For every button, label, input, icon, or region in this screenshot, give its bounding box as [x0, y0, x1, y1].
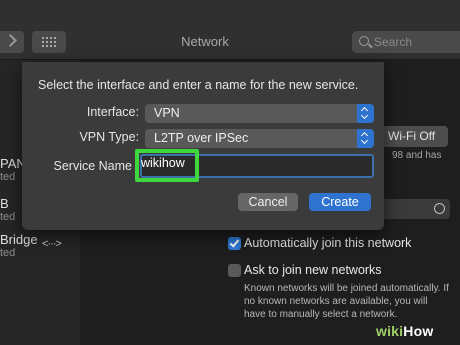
service-status: ted	[0, 247, 16, 259]
service-item[interactable]: Bridge ted	[0, 232, 38, 259]
chevron-right-icon	[4, 34, 17, 47]
grid-icon	[42, 37, 56, 47]
service-status: ted	[0, 211, 16, 223]
vpn-type-label: VPN Type:	[79, 130, 139, 144]
search-placeholder: Search	[374, 35, 413, 49]
interface-label: Interface:	[86, 105, 139, 119]
service-item[interactable]: B ted	[0, 196, 15, 223]
search-field[interactable]: Search	[352, 31, 460, 53]
chevron-updown-icon	[434, 203, 445, 214]
watermark-prefix: wiki	[376, 323, 404, 339]
watermark-suffix: How	[403, 323, 434, 339]
search-icon	[359, 36, 369, 46]
forward-button[interactable]	[0, 31, 24, 53]
bridge-dots-icon: <···>	[42, 238, 62, 250]
sheet-message: Select the interface and enter a name fo…	[38, 78, 359, 92]
ask-join-note: Known networks will be joined automatica…	[244, 283, 449, 320]
create-button[interactable]: Create	[309, 193, 371, 211]
service-name-label: Service Name	[53, 159, 133, 173]
wikihow-watermark: wikiHow	[376, 323, 433, 339]
chevron-updown-icon	[357, 129, 374, 148]
window-toolbar: Network Search	[0, 0, 460, 60]
auto-join-checkbox[interactable]	[228, 237, 241, 250]
cancel-button[interactable]: Cancel	[238, 193, 298, 211]
window-title: Network	[181, 34, 229, 49]
ask-join-label: Ask to join new networks	[244, 263, 382, 277]
service-name: Bridge	[0, 232, 38, 247]
vpn-type-popup[interactable]: L2TP over IPSec	[145, 129, 374, 148]
highlight-box	[135, 149, 199, 182]
interface-value: VPN	[154, 106, 180, 120]
vpn-type-value: L2TP over IPSec	[154, 131, 249, 145]
chevron-updown-icon	[357, 104, 374, 123]
new-service-sheet: Select the interface and enter a name fo…	[22, 62, 384, 230]
show-all-button[interactable]	[32, 31, 66, 53]
auto-join-label: Automatically join this network	[244, 236, 412, 250]
wifi-status-text: 98 and has	[392, 150, 442, 161]
service-name: B	[0, 196, 9, 211]
wifi-off-button[interactable]: Wi-Fi Off	[378, 126, 448, 147]
interface-popup[interactable]: VPN	[145, 104, 374, 123]
ask-join-checkbox[interactable]	[228, 264, 241, 277]
